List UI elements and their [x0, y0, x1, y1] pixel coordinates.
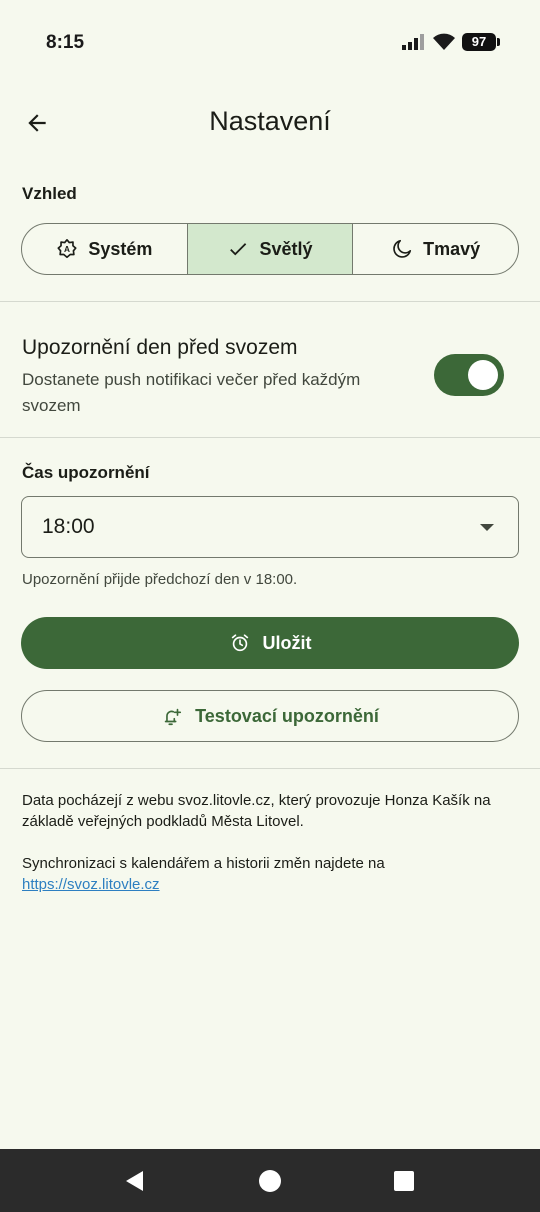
- segment-system[interactable]: A Systém: [22, 224, 187, 274]
- wifi-icon: [433, 33, 455, 50]
- alarm-icon: [231, 634, 248, 652]
- status-icons: 97: [402, 33, 500, 51]
- status-time: 8:15: [46, 32, 85, 53]
- notify-time-helper: Upozornění přijde předchozí den v 18:00.: [22, 571, 298, 588]
- segment-system-label: Systém: [88, 238, 153, 259]
- moon-icon: [393, 239, 412, 258]
- notify-time-label: Čas upozornění: [22, 463, 150, 482]
- segment-dark[interactable]: Tmavý: [352, 224, 518, 274]
- sync-info: Synchronizaci s kalendářem a historii zm…: [22, 853, 512, 895]
- battery-icon: 97: [462, 33, 500, 51]
- nav-back-icon[interactable]: [123, 1169, 147, 1193]
- notification-title: Upozornění den před svozem: [22, 336, 298, 359]
- segment-light[interactable]: Světlý: [186, 224, 353, 274]
- auto-brightness-icon: A: [57, 239, 77, 259]
- source-info: Data pocházejí z webu svoz.litovle.cz, k…: [22, 792, 491, 830]
- divider: [0, 437, 540, 438]
- segment-light-label: Světlý: [259, 238, 313, 259]
- system-navigation-bar: [0, 1149, 540, 1212]
- segment-dark-label: Tmavý: [423, 238, 481, 259]
- test-notification-button[interactable]: Testovací upozornění: [21, 690, 519, 742]
- notification-description: Dostanete push notifikaci večer před kaž…: [22, 370, 361, 415]
- save-button-label: Uložit: [262, 632, 312, 653]
- sync-info-text: Synchronizaci s kalendářem a historii zm…: [22, 855, 385, 872]
- divider: [0, 768, 540, 769]
- nav-recents-icon[interactable]: [392, 1169, 416, 1193]
- app-bar: Nastavení: [0, 88, 540, 160]
- dropdown-arrow-icon: [480, 524, 494, 531]
- notify-time-value: 18:00: [42, 515, 95, 538]
- appearance-label: Vzhled: [22, 184, 77, 203]
- toggle-thumb: [468, 360, 498, 390]
- divider: [0, 301, 540, 302]
- nav-home-icon[interactable]: [258, 1169, 282, 1193]
- test-notification-label: Testovací upozornění: [195, 705, 379, 726]
- status-bar: 8:15 97: [0, 0, 540, 88]
- check-icon: [230, 243, 247, 256]
- save-button[interactable]: Uložit: [21, 617, 519, 669]
- page-title: Nastavení: [209, 106, 331, 136]
- notify-time-dropdown[interactable]: 18:00: [21, 496, 519, 558]
- bell-add-icon: [164, 708, 182, 726]
- appearance-segmented-control: A Systém Světlý Tmavý: [21, 223, 519, 275]
- signal-icon: [402, 34, 424, 50]
- svg-text:A: A: [64, 245, 70, 254]
- website-link[interactable]: https://svoz.litovle.cz: [22, 876, 160, 893]
- notification-toggle[interactable]: [434, 354, 504, 396]
